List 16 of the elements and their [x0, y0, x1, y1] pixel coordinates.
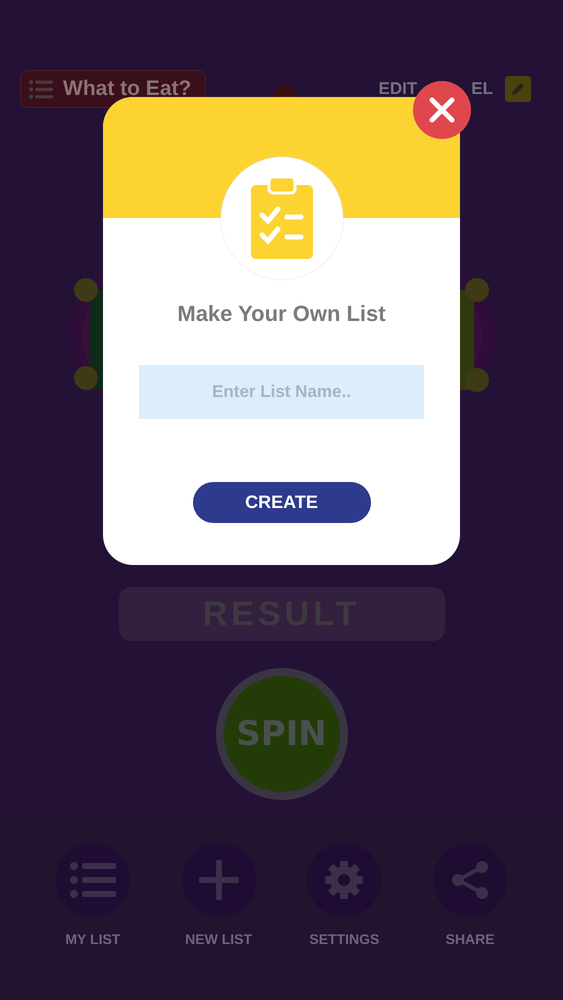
- list-icon: [29, 80, 53, 98]
- dialog-title: Make Your Own List: [177, 301, 386, 327]
- list-icon: [70, 862, 116, 898]
- nav-label[interactable]: MY LIST: [65, 931, 120, 947]
- close-icon: [429, 97, 455, 123]
- nav-label[interactable]: NEW LIST: [185, 931, 252, 947]
- edit-label[interactable]: EL: [471, 79, 493, 99]
- share-icon: [450, 860, 490, 900]
- settings-icon: [324, 860, 364, 900]
- nav-label[interactable]: SHARE: [446, 931, 495, 947]
- nav-label[interactable]: SETTINGS: [309, 931, 380, 947]
- list-name-field[interactable]: Enter List Name..: [139, 365, 424, 419]
- create-button[interactable]: CREATE: [192, 482, 370, 523]
- clipboard-icon: [250, 177, 312, 259]
- edit-icon[interactable]: [505, 76, 531, 102]
- plus-icon: [198, 860, 239, 900]
